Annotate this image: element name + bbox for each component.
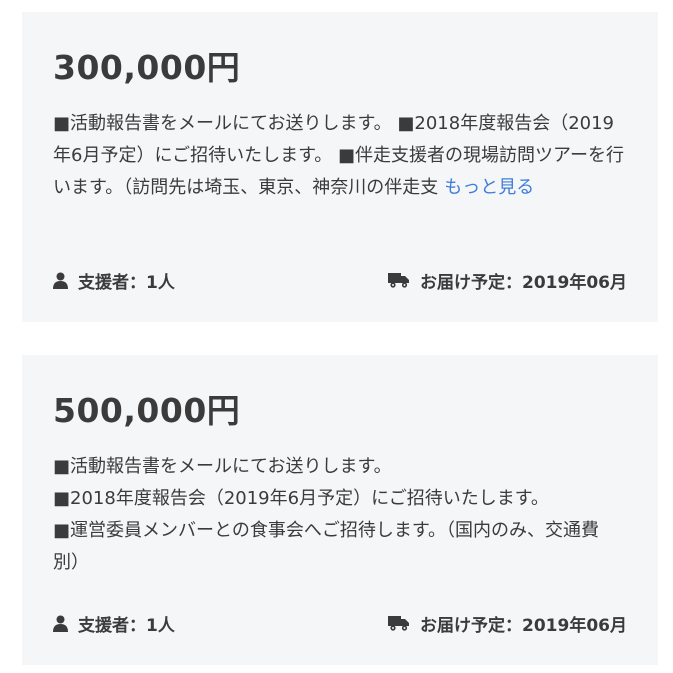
reward-description-line: ■2018年度報告会（2019年6月予定）にご招待いたします。 xyxy=(53,488,549,509)
supporter-count: 支援者：1人 xyxy=(53,611,175,636)
reward-price: 500,000円 xyxy=(53,391,241,430)
truck-icon xyxy=(388,615,410,631)
see-more-link[interactable]: もっと見る xyxy=(444,177,534,198)
supporter-count: 支援者：1人 xyxy=(53,268,175,293)
delivery-date-label: お届け予定：2019年06月 xyxy=(420,272,627,293)
user-icon xyxy=(53,615,68,632)
delivery-date: お届け予定：2019年06月 xyxy=(388,611,627,636)
reward-card[interactable]: 300,000円 ■活動報告書をメールにてお送りします。 ■2018年度報告会（… xyxy=(22,12,658,322)
reward-footer: 支援者：1人 お届け予定：2019年06月 xyxy=(53,609,627,637)
reward-description-line: ■運営委員メンバーとの食事会へご招待します。（国内のみ、交通費別） xyxy=(53,520,600,573)
reward-description: ■活動報告書をメールにてお送りします。 ■2018年度報告会（2019年6月予定… xyxy=(53,451,631,579)
delivery-date: お届け予定：2019年06月 xyxy=(388,268,627,293)
delivery-date-label: お届け予定：2019年06月 xyxy=(420,615,627,636)
reward-description-text: ■活動報告書をメールにてお送りします。 ■2018年度報告会（2019年6月予定… xyxy=(53,113,624,198)
reward-description-line: ■活動報告書をメールにてお送りします。 xyxy=(53,456,392,477)
reward-card[interactable]: 500,000円 ■活動報告書をメールにてお送りします。 ■2018年度報告会（… xyxy=(22,355,658,665)
supporter-count-label: 支援者：1人 xyxy=(78,272,175,293)
truck-icon xyxy=(388,272,410,288)
user-icon xyxy=(53,272,68,289)
reward-price: 300,000円 xyxy=(53,48,241,87)
reward-footer: 支援者：1人 お届け予定：2019年06月 xyxy=(53,266,627,294)
supporter-count-label: 支援者：1人 xyxy=(78,615,175,636)
reward-description: ■活動報告書をメールにてお送りします。 ■2018年度報告会（2019年6月予定… xyxy=(53,108,631,204)
